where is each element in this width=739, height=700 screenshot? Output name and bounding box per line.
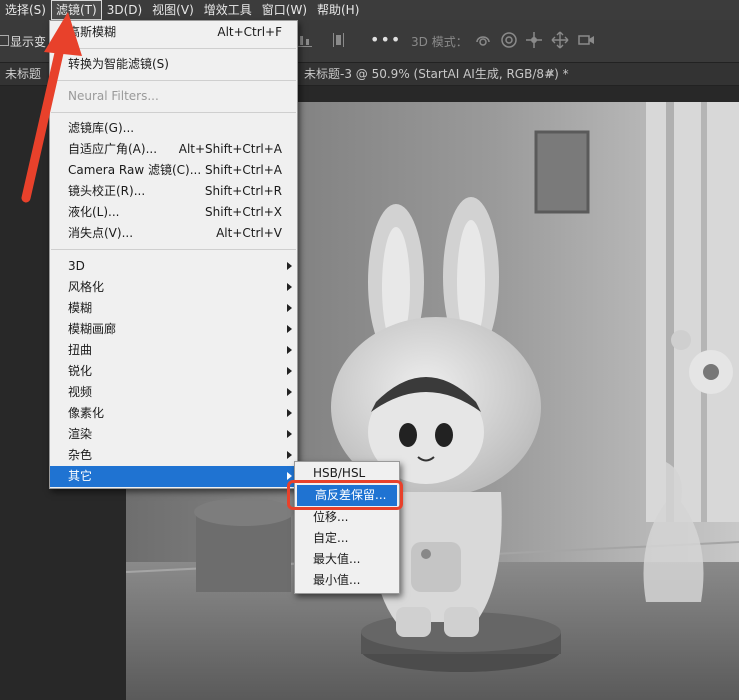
annotation-highlight-box bbox=[287, 480, 403, 510]
menu-item-pixelate[interactable]: 像素化 bbox=[50, 403, 297, 424]
menu-help[interactable]: 帮助(H) bbox=[312, 0, 364, 20]
menu-item-other[interactable]: 其它 bbox=[50, 466, 297, 487]
menu-plugins[interactable]: 增效工具 bbox=[199, 0, 257, 20]
submenu-arrow-icon bbox=[287, 325, 292, 333]
menu-item-blur-gallery[interactable]: 模糊画廊 bbox=[50, 319, 297, 340]
menu-item-render[interactable]: 渲染 bbox=[50, 424, 297, 445]
submenu-item-minimum[interactable]: 最小值... bbox=[295, 570, 399, 591]
submenu-arrow-icon bbox=[287, 472, 292, 480]
scale-3d-camera-icon[interactable] bbox=[577, 31, 595, 49]
tab-untitled-3[interactable]: 未标题-3 @ 50.9% (StartAI AI生成, RGB/8#) * bbox=[304, 63, 569, 85]
submenu-arrow-icon bbox=[287, 304, 292, 312]
submenu-arrow-icon bbox=[287, 262, 292, 270]
submenu-arrow-icon bbox=[287, 367, 292, 375]
submenu-arrow-icon bbox=[287, 346, 292, 354]
menu-item-3d[interactable]: 3D bbox=[50, 256, 297, 277]
submenu-item-custom[interactable]: 自定... bbox=[295, 528, 399, 549]
slide-3d-icon[interactable] bbox=[551, 31, 569, 49]
tab-close-icon[interactable]: ✕ bbox=[546, 63, 555, 85]
submenu-arrow-icon bbox=[287, 451, 292, 459]
menu-item-noise[interactable]: 杂色 bbox=[50, 445, 297, 466]
menu-item-sharpen[interactable]: 锐化 bbox=[50, 361, 297, 382]
rotate-3d-icon[interactable] bbox=[474, 31, 492, 49]
submenu-item-maximum[interactable]: 最大值... bbox=[295, 549, 399, 570]
submenu-arrow-icon bbox=[287, 430, 292, 438]
menu-item-blur[interactable]: 模糊 bbox=[50, 298, 297, 319]
submenu-arrow-icon bbox=[287, 283, 292, 291]
mode-3d-label: 3D 模式： bbox=[411, 35, 468, 49]
menu-item-vanishing-point[interactable]: 消失点(V)... Alt+Ctrl+V bbox=[50, 223, 297, 244]
roll-3d-icon[interactable] bbox=[500, 31, 518, 49]
pan-3d-icon[interactable] bbox=[525, 31, 543, 49]
menu-separator bbox=[51, 249, 296, 250]
menu-item-stylize[interactable]: 风格化 bbox=[50, 277, 297, 298]
menu-window[interactable]: 窗口(W) bbox=[257, 0, 312, 20]
more-options-icon[interactable]: ••• bbox=[370, 30, 401, 49]
menu-item-video[interactable]: 视频 bbox=[50, 382, 297, 403]
annotation-arrow-icon bbox=[21, 12, 82, 203]
submenu-item-offset[interactable]: 位移... bbox=[295, 507, 399, 528]
submenu-arrow-icon bbox=[287, 388, 292, 396]
distribute-icon[interactable] bbox=[331, 32, 345, 48]
align-bottom-icon[interactable] bbox=[298, 32, 312, 48]
menu-item-distort[interactable]: 扭曲 bbox=[50, 340, 297, 361]
menu-view[interactable]: 视图(V) bbox=[147, 0, 199, 20]
submenu-arrow-icon bbox=[287, 409, 292, 417]
